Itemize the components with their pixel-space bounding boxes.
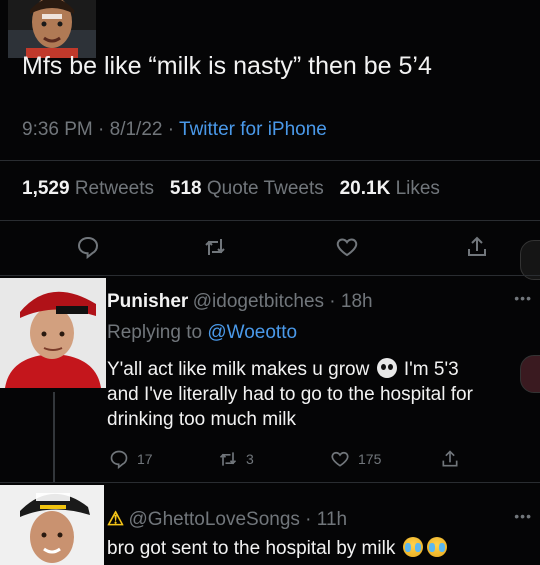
- reply-line: drinking too much milk: [107, 409, 297, 430]
- crying-emoji-icon: [402, 537, 423, 557]
- more-options-icon[interactable]: •••: [514, 290, 532, 306]
- reply-author-handle[interactable]: @idogetbitches · 18h: [193, 291, 373, 312]
- divider: [0, 160, 540, 161]
- reply-header: ⚠ @GhettoLoveSongs · 11h: [107, 508, 347, 531]
- tweet-meta: 9:36 PM · 8/1/22 · Twitter for iPhone: [22, 119, 327, 141]
- divider: [0, 275, 540, 276]
- likes-stat[interactable]: 20.1K Likes: [340, 178, 440, 199]
- tweet-timestamp: 9:36 PM · 8/1/22 ·: [22, 119, 180, 140]
- retweet-icon: [205, 239, 225, 255]
- thread-line: [53, 392, 55, 482]
- divider: [0, 220, 540, 221]
- reply-header: Punisher @idogetbitches · 18h: [107, 291, 373, 313]
- like-count: 175: [358, 451, 382, 467]
- retweet-icon: [219, 452, 237, 466]
- tweet-text: Mfs be like “milk is nasty” then be 5’4: [22, 52, 432, 80]
- retweet-button[interactable]: [200, 232, 230, 262]
- reply-author-name[interactable]: Punisher: [107, 291, 188, 312]
- divider: [0, 482, 540, 483]
- reply-line: Y'all act like milk makes u grow I'm 5'3: [107, 358, 459, 380]
- reply-count: 17: [137, 451, 153, 467]
- avatar-reply-1[interactable]: [0, 278, 106, 388]
- share-icon: [468, 236, 486, 256]
- reply-button[interactable]: [73, 232, 103, 262]
- warning-icon: ⚠: [107, 509, 125, 530]
- skull-emoji-icon: [376, 358, 397, 378]
- side-widget[interactable]: [520, 355, 540, 393]
- retweet-count: 3: [246, 451, 254, 467]
- reply-line: and I've literally had to go to the hosp…: [107, 384, 473, 405]
- crying-emoji-icon: [426, 537, 447, 557]
- reply-icon: [77, 236, 99, 259]
- reply-text: bro got sent to the hospital by milk: [107, 536, 449, 561]
- share-icon: [442, 450, 458, 467]
- tweet-source-link[interactable]: Twitter for iPhone: [179, 119, 327, 140]
- reply-text: Y'all act like milk makes u grow I'm 5'3…: [107, 357, 537, 432]
- avatar-reply-2[interactable]: [0, 485, 104, 565]
- tweet-stats: 1,529 Retweets 518 Quote Tweets 20.1K Li…: [22, 178, 440, 200]
- share-button[interactable]: [462, 232, 492, 262]
- quote-tweets-stat[interactable]: 518 Quote Tweets: [170, 178, 324, 199]
- replying-to-mention[interactable]: @Woeotto: [207, 322, 297, 343]
- reply-retweet-button[interactable]: 3: [218, 449, 254, 469]
- reply-like-button[interactable]: 175: [330, 449, 381, 469]
- retweets-stat[interactable]: 1,529 Retweets: [22, 178, 154, 199]
- like-icon: [331, 451, 349, 467]
- like-icon: [336, 238, 358, 257]
- reply-share-button[interactable]: [440, 449, 460, 469]
- reply-author-handle[interactable]: @GhettoLoveSongs · 11h: [129, 509, 348, 530]
- side-widget[interactable]: [520, 240, 540, 280]
- more-options-icon[interactable]: •••: [514, 508, 532, 524]
- replying-to-line: Replying to @Woeotto: [107, 322, 298, 343]
- reply-icon: [110, 450, 128, 469]
- reply-reply-button[interactable]: 17: [109, 449, 153, 469]
- like-button[interactable]: [332, 232, 362, 262]
